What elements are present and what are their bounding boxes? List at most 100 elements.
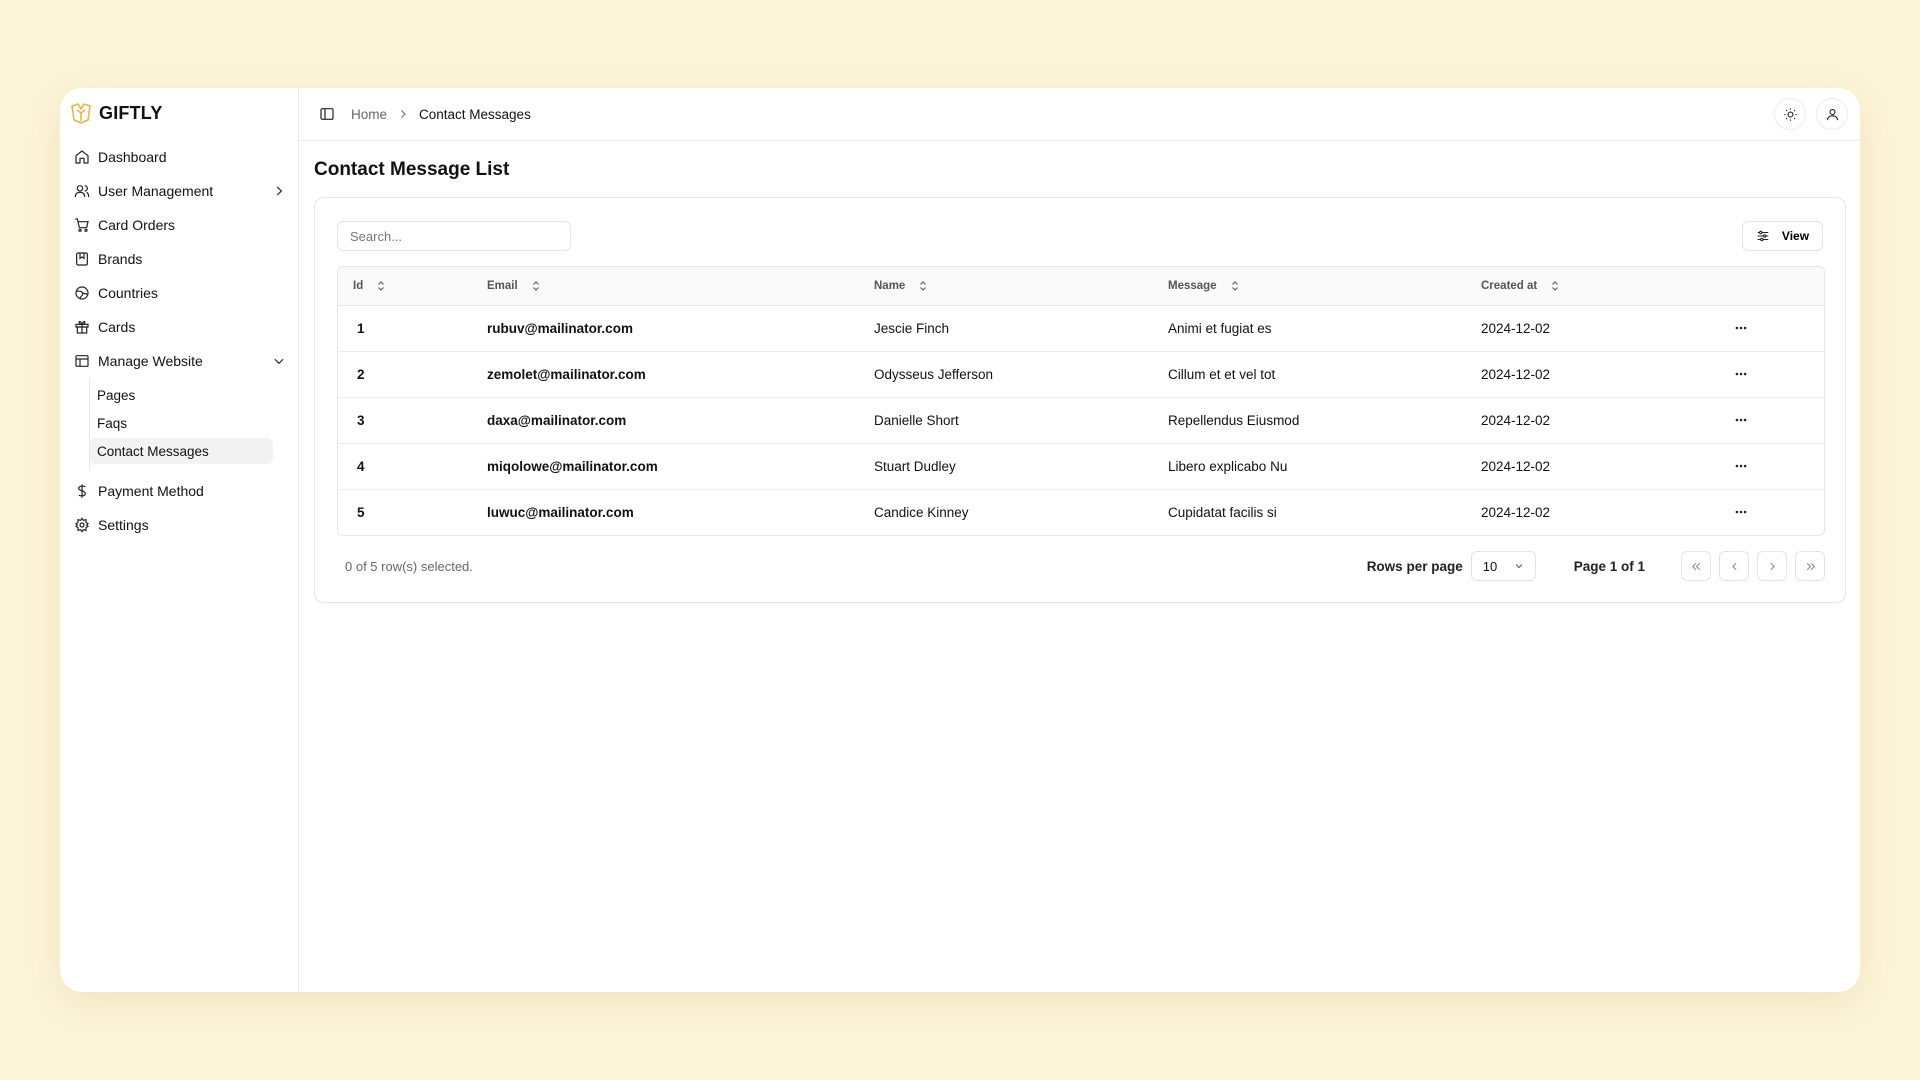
sidebar-subitem-contact-messages[interactable]: Contact Messages <box>90 438 273 464</box>
sidebar-item-label: Countries <box>98 285 158 301</box>
cell-message: Cupidatat facilis si <box>1168 504 1277 520</box>
more-horizontal-icon <box>1735 326 1747 330</box>
chevron-down-icon <box>274 358 284 365</box>
cell-id: 3 <box>338 397 487 444</box>
chevron-right-icon <box>276 186 283 196</box>
row-actions-button[interactable] <box>1731 318 1751 338</box>
cell-created-at: 2024-12-02 <box>1481 504 1551 520</box>
sort-icon <box>532 281 539 291</box>
chevron-right-icon <box>401 110 406 118</box>
top-actions <box>1774 98 1848 130</box>
layout-icon <box>75 355 89 367</box>
table-row: 1 rubuv@mailinator.com Jescie Finch Anim… <box>338 305 1824 352</box>
cell-actions <box>1731 351 1824 398</box>
breadcrumb: Home Contact Messages <box>351 107 531 122</box>
page-title: Contact Message List <box>314 159 510 180</box>
cell-created-at: 2024-12-02 <box>1481 397 1731 444</box>
last-page-button[interactable] <box>1795 551 1825 581</box>
sidebar-item-label: Payment Method <box>98 483 204 499</box>
row-actions-button[interactable] <box>1731 410 1751 430</box>
sidebar-item-settings[interactable]: Settings <box>60 508 298 542</box>
sidebar-item-user-management[interactable]: User Management <box>60 174 298 208</box>
sliders-icon <box>1757 230 1769 242</box>
rows-per-page-select[interactable]: 10 <box>1470 551 1536 581</box>
cell-actions <box>1731 489 1824 535</box>
chevron-left-icon <box>1731 562 1737 570</box>
breadcrumb-current: Contact Messages <box>419 106 531 122</box>
previous-page-button[interactable] <box>1719 551 1749 581</box>
cell-name: Danielle Short <box>874 397 1168 444</box>
column-header-label: Created at <box>1481 279 1538 292</box>
chevron-right-icon <box>1769 562 1775 570</box>
cell-email: rubuv@mailinator.com <box>487 305 874 352</box>
sidebar: GIFTLY Dashboard User Management Card Or… <box>60 88 299 992</box>
gift-icon <box>75 320 89 334</box>
view-options-button[interactable]: View <box>1742 221 1823 251</box>
table-row: 3 daxa@mailinator.com Danielle Short Rep… <box>338 397 1824 444</box>
more-horizontal-icon <box>1735 510 1747 514</box>
selected-count: 0 of 5 row(s) selected. <box>345 558 473 574</box>
sidebar-item-payment-method[interactable]: Payment Method <box>60 474 298 508</box>
row-actions-button[interactable] <box>1731 456 1751 476</box>
brand[interactable]: GIFTLY <box>60 96 298 130</box>
manage-website-submenu: Pages Faqs Contact Messages <box>89 378 273 470</box>
cell-name: Stuart Dudley <box>874 443 1168 490</box>
next-page-button[interactable] <box>1757 551 1787 581</box>
row-actions-button[interactable] <box>1731 502 1751 522</box>
sun-icon <box>1783 107 1797 121</box>
sidebar-subitem-label: Pages <box>97 387 136 403</box>
column-header-label: Message <box>1168 279 1217 292</box>
pagination <box>1681 551 1825 581</box>
view-button-label: View <box>1781 229 1810 243</box>
cell-created-at: 2024-12-02 <box>1481 443 1731 490</box>
cell-email: daxa@mailinator.com <box>487 397 874 444</box>
cell-name: Odysseus Jefferson <box>874 351 1168 398</box>
user-icon <box>1826 108 1838 120</box>
table-header-row: Id Email Name Message Created at <box>338 267 1824 306</box>
column-header-name[interactable]: Name <box>874 267 1168 306</box>
sidebar-toggle-icon[interactable] <box>319 106 335 122</box>
table-row: 4 miqolowe@mailinator.com Stuart Dudley … <box>338 443 1824 490</box>
rows-per-page-label: Rows per page <box>1366 558 1463 574</box>
sidebar-item-label: User Management <box>98 183 214 199</box>
cell-name: Candice Kinney <box>874 504 969 520</box>
search-input[interactable] <box>337 221 571 251</box>
column-header-created-at[interactable]: Created at <box>1481 267 1731 306</box>
sidebar-item-dashboard[interactable]: Dashboard <box>60 140 298 174</box>
sidebar-item-card-orders[interactable]: Card Orders <box>60 208 298 242</box>
sidebar-item-cards[interactable]: Cards <box>60 310 298 344</box>
more-horizontal-icon <box>1735 372 1747 376</box>
cell-email: luwuc@mailinator.com <box>487 504 634 520</box>
sidebar-subitem-pages[interactable]: Pages <box>90 382 273 408</box>
first-page-button[interactable] <box>1681 551 1711 581</box>
column-header-label: Name <box>874 279 906 292</box>
sort-icon <box>920 281 927 291</box>
cell-actions <box>1731 397 1824 444</box>
sort-icon <box>1231 281 1238 291</box>
page-info: Page 1 of 1 <box>1573 558 1645 574</box>
sidebar-subitem-faqs[interactable]: Faqs <box>90 410 273 436</box>
messages-table: Id Email Name Message Created at 1 rubuv… <box>337 266 1825 536</box>
home-icon <box>75 150 89 164</box>
cell-name: Jescie Finch <box>874 305 1168 352</box>
column-header-id[interactable]: Id <box>338 267 487 306</box>
cell-created-at: 2024-12-02 <box>1481 305 1731 352</box>
sidebar-item-countries[interactable]: Countries <box>60 276 298 310</box>
sidebar-item-manage-website[interactable]: Manage Website <box>60 344 298 378</box>
cell-email: zemolet@mailinator.com <box>487 351 874 398</box>
breadcrumb-home-link[interactable]: Home <box>351 107 387 122</box>
sidebar-subitem-label: Contact Messages <box>97 443 209 459</box>
column-header-email[interactable]: Email <box>487 267 874 306</box>
cell-id: 4 <box>338 443 487 490</box>
sidebar-item-brands[interactable]: Brands <box>60 242 298 276</box>
column-header-label: Id <box>353 279 364 292</box>
row-actions-button[interactable] <box>1731 364 1751 384</box>
column-header-message[interactable]: Message <box>1168 267 1481 306</box>
user-menu-button[interactable] <box>1816 98 1848 130</box>
cell-created-at: 2024-12-02 <box>1481 351 1731 398</box>
contact-messages-card: View Id Email Name Message Created at <box>314 197 1846 603</box>
column-header-label: Email <box>487 279 518 292</box>
theme-toggle-button[interactable] <box>1774 98 1806 130</box>
more-horizontal-icon <box>1735 464 1747 468</box>
table-row: 5 luwuc@mailinator.com Candice Kinney Cu… <box>338 489 1824 535</box>
